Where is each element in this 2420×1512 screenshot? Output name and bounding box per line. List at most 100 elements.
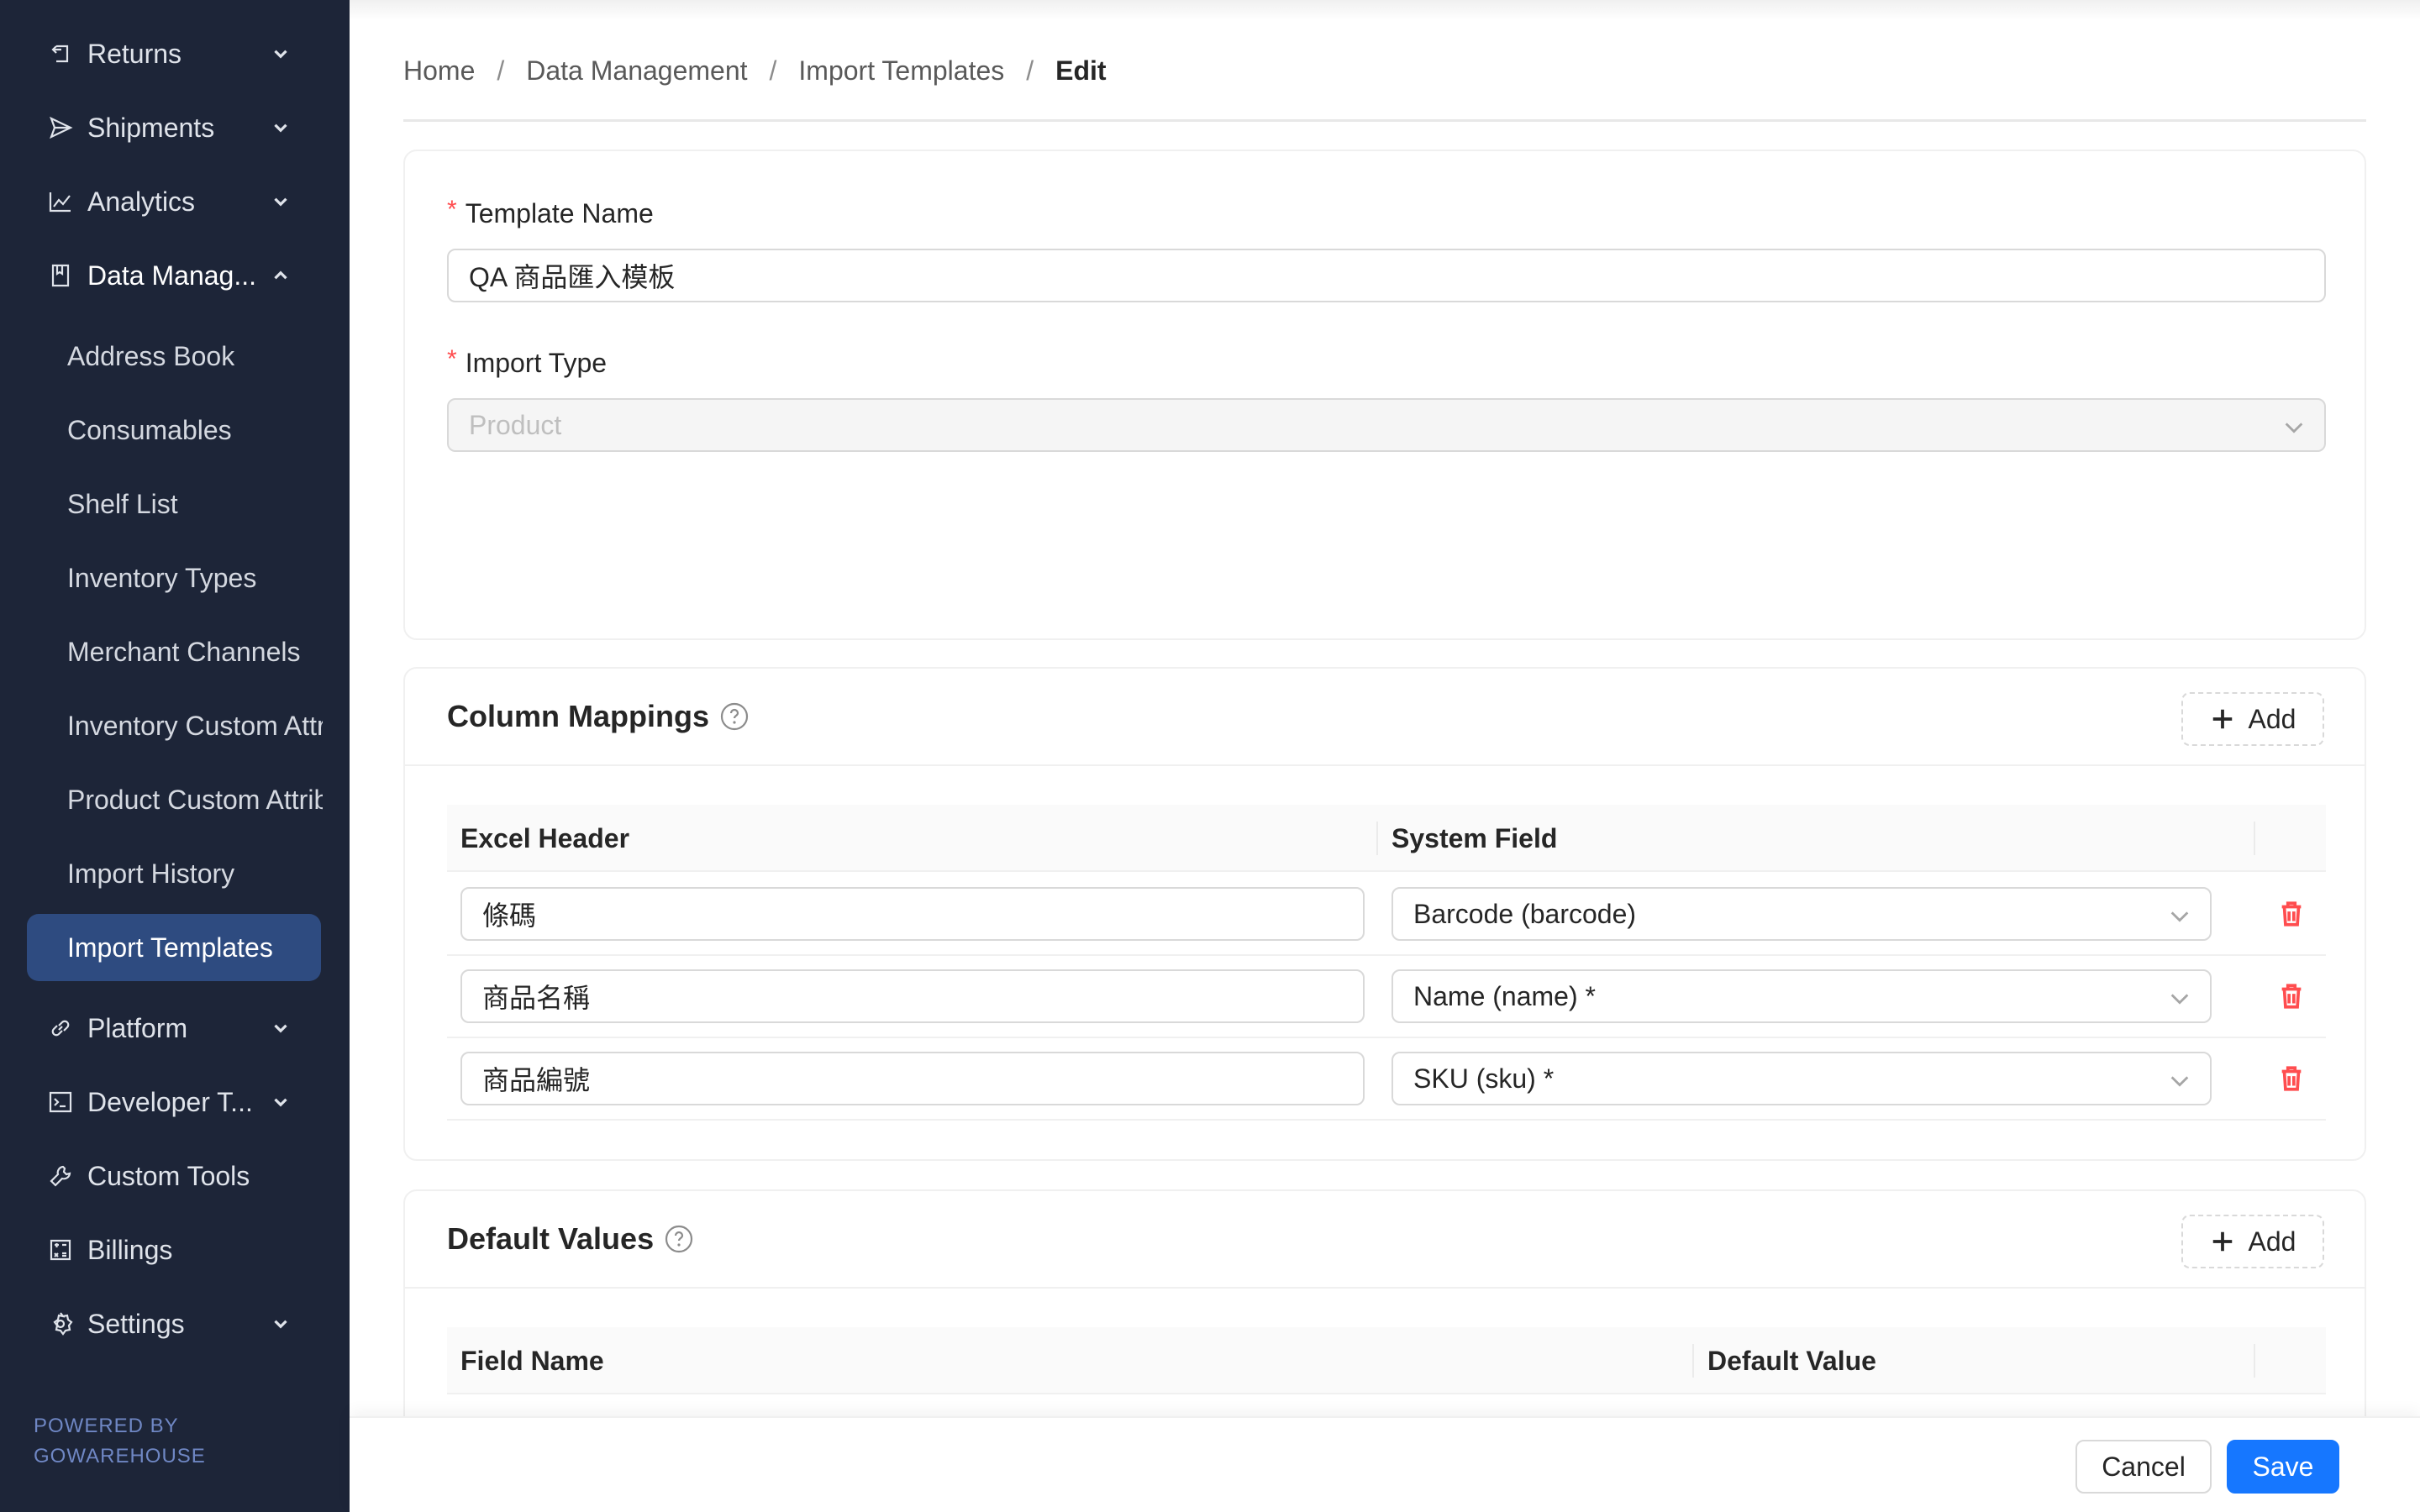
delete-icon[interactable] [2277,900,2306,928]
sidebar-subitem-import-templates[interactable]: Import Templates [27,914,321,981]
column-separator [1376,822,1378,855]
terminal-icon [47,1089,74,1116]
chevron-down-icon [2282,415,2306,438]
default-values-title: Default Values [447,1221,694,1257]
sidebar-subitem-address-book[interactable]: Address Book [27,323,321,390]
question-circle-icon[interactable] [664,1224,694,1254]
question-circle-icon[interactable] [719,701,750,732]
sidebar-subitem-import-history[interactable]: Import History [27,840,321,907]
powered-by: POWERED BY GOWAREHOUSE [34,1411,206,1472]
system-field-value: SKU (sku) * [1413,1063,1555,1094]
field-name-column: Field Name [460,1346,604,1376]
required-mark: * [447,196,457,223]
system-field-select[interactable]: Name (name) * [1392,969,2212,1023]
breadcrumb-import-templates[interactable]: Import Templates [798,55,1004,87]
chevron-down-icon [267,114,294,141]
default-values-title-text: Default Values [447,1221,655,1256]
sidebar-subitem-shelf-list[interactable]: Shelf List [27,470,321,538]
send-icon [47,114,74,141]
sidebar-subitem-consumables[interactable]: Consumables [27,396,321,464]
add-label: Add [2248,1226,2296,1257]
breadcrumb-home[interactable]: Home [403,55,475,87]
system-field-select[interactable]: Barcode (barcode) [1392,887,2212,941]
sidebar-item-returns[interactable]: Returns [0,17,350,91]
sidebar-subitem-label: Address Book [67,340,235,371]
add-column-mapping-button[interactable]: Add [2181,692,2324,746]
chevron-down-icon [267,40,294,67]
basic-info-card: * Template Name QA 商品匯入模板 * Import Type Pr… [403,150,2366,640]
sidebar-subitem-inventory-custom-attributes[interactable]: Inventory Custom Attributes [27,692,323,759]
sidebar-item-data-management[interactable]: Data Manag... [0,239,350,312]
delete-icon[interactable] [2277,982,2306,1011]
breadcrumb-current: Edit [1055,55,1107,86]
add-label: Add [2248,703,2296,734]
sidebar-item-label: Data Manag... [87,260,256,291]
save-button[interactable]: Save [2227,1440,2339,1494]
plus-icon [2212,709,2232,729]
template-name-input[interactable]: QA 商品匯入模板 [447,249,2326,302]
template-name-label: * Template Name [447,196,654,229]
breadcrumb-separator: / [497,55,505,86]
breadcrumb-separator: / [1026,55,1034,86]
sidebar-subitem-label: Product Custom Attributes [67,784,323,815]
sidebar-subitem-label: Import Templates [67,932,273,963]
book-icon [47,262,74,289]
breadcrumb-separator: / [769,55,777,86]
sidebar-subitem-product-custom-attributes[interactable]: Product Custom Attributes [27,766,323,833]
column-separator [2254,1344,2255,1378]
sidebar-subitem-inventory-types[interactable]: Inventory Types [27,544,321,612]
import-type-value: Product [469,409,562,440]
sidebar-item-label: Developer T... [87,1086,253,1117]
column-mappings-card: Column Mappings Add Excel Header System … [403,667,2366,1161]
sidebar-item-settings[interactable]: Settings [0,1287,350,1361]
chevron-down-icon [267,1089,294,1116]
system-field-column: System Field [1392,823,1558,853]
breadcrumb: Home / Data Management / Import Template… [403,55,1107,87]
delete-icon[interactable] [2277,1064,2306,1093]
excel-header-value: 商品名稱 [482,983,591,1013]
excel-header-input[interactable]: 條碼 [460,887,1365,941]
sidebar-subitem-label: Merchant Channels [67,636,301,667]
sidebar-item-label: Platform [87,1012,188,1043]
form-footer: Cancel Save [350,1416,2420,1512]
sidebar-item-custom-tools[interactable]: Custom Tools [0,1139,350,1213]
default-values-table-header: Field Name Default Value [447,1327,2326,1394]
sidebar-item-platform[interactable]: Platform [0,991,350,1065]
excel-header-value: 商品編號 [482,1065,591,1095]
chevron-down-icon [267,1015,294,1042]
return-icon [47,40,74,67]
column-mappings-table-header: Excel Header System Field [447,805,2326,872]
breadcrumb-data-management[interactable]: Data Management [526,55,747,87]
sidebar-subitem-merchant-channels[interactable]: Merchant Channels [27,618,321,685]
system-field-value: Name (name) * [1413,980,1596,1011]
table-row: 條碼 Barcode (barcode) [447,874,2326,956]
sidebar-subitem-label: Inventory Custom Attributes [67,710,323,741]
sidebar-item-label: Custom Tools [87,1160,250,1191]
table-row: 商品編號 SKU (sku) * [447,1038,2326,1121]
add-default-value-button[interactable]: Add [2181,1215,2324,1268]
import-type-select[interactable]: Product [447,398,2326,452]
cancel-button[interactable]: Cancel [2075,1440,2212,1494]
sidebar-item-developer-tools[interactable]: Developer T... [0,1065,350,1139]
system-field-select[interactable]: SKU (sku) * [1392,1052,2212,1105]
required-mark: * [447,345,457,373]
excel-header-value: 條碼 [482,900,537,931]
column-mappings-title-text: Column Mappings [447,699,709,733]
calculator-icon [47,1236,74,1263]
sidebar-subitem-label: Shelf List [67,488,178,519]
main-content: Home / Data Management / Import Template… [350,0,2420,1512]
default-value-column: Default Value [1707,1346,1876,1376]
excel-header-input[interactable]: 商品編號 [460,1052,1365,1105]
template-name-label-text: Template Name [465,198,654,228]
system-field-value: Barcode (barcode) [1413,898,1637,929]
sidebar-subitem-label: Consumables [67,414,232,445]
sidebar-item-billings[interactable]: Billings [0,1213,350,1287]
import-type-label: * Import Type [447,345,607,379]
sidebar-item-analytics[interactable]: Analytics [0,165,350,239]
column-separator [1692,1344,1694,1378]
chevron-up-icon [267,262,294,289]
sidebar-item-label: Shipments [87,112,215,143]
sidebar-item-shipments[interactable]: Shipments [0,91,350,165]
excel-header-input[interactable]: 商品名稱 [460,969,1365,1023]
table-row: 商品名稱 Name (name) * [447,956,2326,1038]
